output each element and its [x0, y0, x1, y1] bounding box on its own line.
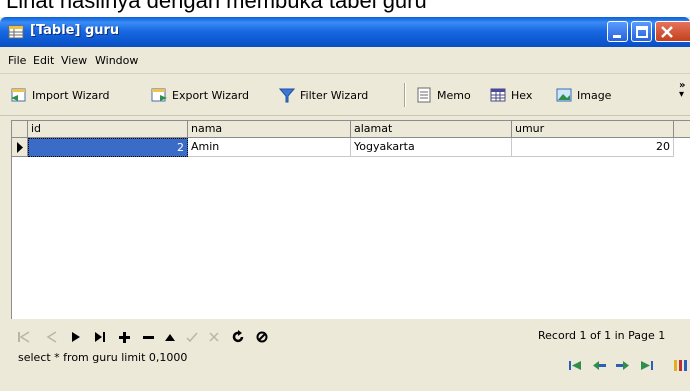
maximize-button[interactable]: [631, 21, 652, 42]
next-page-icon[interactable]: [615, 357, 631, 373]
navigator-bar: Record 1 of 1 in Page 1 select * from gu…: [0, 319, 690, 391]
filter-wizard-label: Filter Wizard: [300, 88, 369, 102]
hex-grid-icon: [490, 88, 506, 102]
row-indicator[interactable]: [12, 138, 28, 157]
minimize-button[interactable]: [607, 21, 628, 42]
hex-label: Hex: [511, 88, 533, 102]
edit-record-icon[interactable]: [162, 329, 178, 345]
column-header-id[interactable]: id: [28, 121, 188, 138]
export-wizard-button[interactable]: Export Wizard: [150, 85, 249, 105]
last-record-icon[interactable]: [92, 329, 108, 345]
stop-icon[interactable]: [254, 329, 270, 345]
post-edit-icon[interactable]: [184, 329, 200, 345]
prior-record-icon[interactable]: [44, 329, 60, 345]
cell-umur[interactable]: 20: [512, 138, 674, 157]
menu-edit[interactable]: Edit: [33, 54, 54, 67]
toolbar-separator: [404, 83, 406, 107]
hex-button[interactable]: Hex: [489, 85, 532, 105]
toolbar-overflow-chevron-icon[interactable]: » ▾: [679, 81, 685, 100]
last-page-icon[interactable]: [639, 357, 655, 373]
maximize-icon: [636, 26, 648, 38]
column-header-nama[interactable]: nama: [188, 121, 351, 138]
record-info: Record 1 of 1 in Page 1: [538, 329, 666, 342]
delete-record-icon[interactable]: [140, 329, 156, 345]
table-icon: [8, 25, 24, 39]
menu-file[interactable]: File: [8, 54, 26, 67]
insert-record-icon[interactable]: [116, 329, 132, 345]
data-grid: id nama alamat umur 2 Amin Yogyakarta 20: [11, 120, 690, 320]
window-title: [Table] guru: [30, 23, 120, 38]
export-icon: [151, 88, 167, 102]
caption-text: Lihat hasilnya dengan membuka tabel guru: [6, 0, 427, 13]
menu-window[interactable]: Window: [95, 54, 138, 67]
memo-button[interactable]: Memo: [415, 85, 471, 105]
memo-label: Memo: [437, 88, 471, 102]
toolbar: Import Wizard Export Wizard Filter Wizar…: [0, 74, 690, 116]
import-wizard-button[interactable]: Import Wizard: [10, 85, 110, 105]
image-label: Image: [577, 88, 612, 102]
close-button[interactable]: [655, 21, 690, 42]
next-record-icon[interactable]: [68, 329, 84, 345]
filter-wizard-button[interactable]: Filter Wizard: [278, 85, 368, 105]
column-header-alamat[interactable]: alamat: [351, 121, 512, 138]
cancel-edit-icon[interactable]: [206, 329, 222, 345]
cell-alamat[interactable]: Yogyakarta: [351, 138, 512, 157]
first-record-icon[interactable]: [16, 329, 32, 345]
image-button[interactable]: Image: [555, 85, 611, 105]
title-bar[interactable]: [Table] guru: [0, 17, 690, 47]
refresh-icon[interactable]: [230, 329, 246, 345]
export-wizard-label: Export Wizard: [172, 88, 250, 102]
table-window: [Table] guru File Edit View Window Impor…: [0, 17, 690, 391]
memo-icon: [417, 87, 431, 103]
cell-id[interactable]: 2: [28, 138, 188, 157]
close-icon: [661, 26, 673, 38]
menu-view[interactable]: View: [61, 54, 87, 67]
image-icon: [556, 88, 572, 102]
current-row-arrow-icon: [17, 142, 23, 153]
filter-icon: [278, 88, 296, 103]
prior-page-icon[interactable]: [591, 357, 607, 373]
import-wizard-label: Import Wizard: [32, 88, 110, 102]
minimize-icon: [613, 35, 621, 38]
cell-nama[interactable]: Amin: [188, 138, 351, 157]
column-header-filler: [674, 121, 690, 138]
import-icon: [11, 88, 26, 102]
menu-bar: File Edit View Window: [0, 47, 690, 74]
sql-query-status: select * from guru limit 0,1000: [18, 351, 188, 364]
page-filter-icon[interactable]: [672, 357, 690, 373]
column-header-umur[interactable]: umur: [512, 121, 674, 138]
grid-corner: [12, 121, 28, 138]
first-page-icon[interactable]: [567, 357, 583, 373]
